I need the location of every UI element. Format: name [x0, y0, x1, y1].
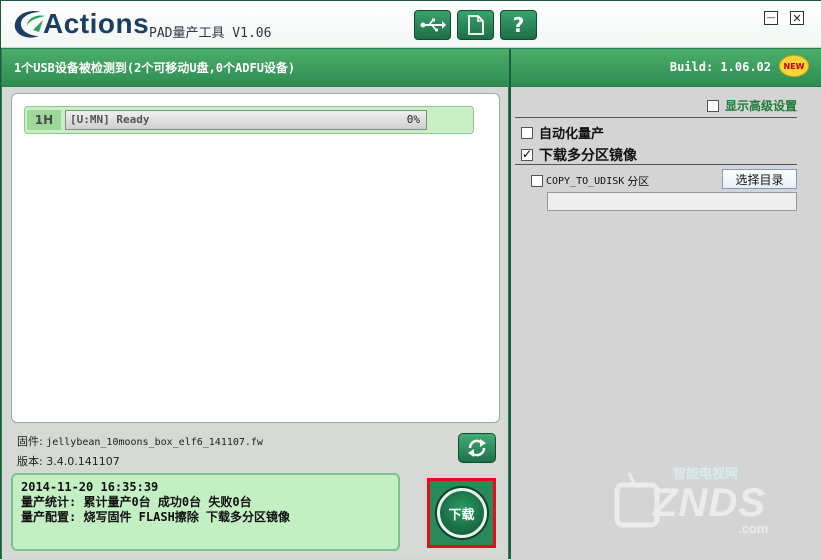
auto-production-option[interactable]: 自动化量产	[521, 123, 604, 142]
new-badge: NEW	[779, 55, 809, 77]
auto-production-checkbox[interactable]	[521, 126, 533, 139]
device-list: 1H [U:MN] Ready 0%	[11, 93, 500, 423]
divider	[515, 117, 797, 118]
copy-to-udisk-checkbox[interactable]	[531, 175, 543, 187]
app-window: Actions PAD量产工具 V1.06 ? — ✕ 1个USB设备被检测到(…	[0, 0, 821, 559]
download-multi-label: 下载多分区镜像	[539, 148, 637, 164]
watermark-main: ZNDS	[653, 481, 766, 525]
device-progress-bar: [U:MN] Ready 0%	[65, 110, 427, 130]
minimize-button[interactable]: —	[764, 11, 778, 25]
version-value: 3.4.0.141107	[46, 455, 120, 468]
minimize-icon: —	[766, 12, 776, 23]
firmware-label: 固件:	[17, 435, 43, 448]
auto-production-label: 自动化量产	[539, 127, 605, 142]
progress-percent: 0%	[406, 113, 420, 126]
divider	[515, 164, 797, 165]
log-config: 量产配置: 烧写固件 FLASH擦除 下载多分区镜像	[21, 510, 291, 524]
log-timestamp: 2014-11-20 16:35:39	[21, 480, 159, 494]
usb-button[interactable]	[414, 10, 451, 40]
directory-path-field[interactable]	[547, 192, 797, 211]
watermark-subtitle: 智能电视网	[673, 467, 739, 482]
firmware-line: 固件: jellybean_10moons_box_elf6_141107.fw	[17, 433, 263, 449]
download-highlight: 下载	[427, 478, 496, 548]
build-version: Build: 1.06.02	[669, 60, 771, 74]
download-label: 下载	[448, 507, 475, 523]
download-button[interactable]: 下载	[436, 488, 487, 538]
status-bar: 1个USB设备被检测到(2个可移动U盘,0个ADFU设备) Build: 1.0…	[2, 49, 821, 86]
brand-name: Actions	[43, 8, 150, 39]
close-icon: ✕	[792, 11, 802, 25]
port-label: 1H	[27, 110, 61, 130]
device-detect-status: 1个USB设备被检测到(2个可移动U盘,0个ADFU设备)	[14, 61, 296, 75]
advanced-label: 显示高级设置	[724, 99, 797, 113]
title-bar: Actions PAD量产工具 V1.06 ? — ✕	[1, 1, 821, 48]
help-button[interactable]: ?	[500, 10, 537, 40]
download-multi-checkbox[interactable]	[521, 147, 533, 161]
advanced-settings-toggle[interactable]: 显示高级设置	[706, 97, 797, 114]
copy-to-udisk-label: COPY_TO_UDISK	[546, 175, 625, 187]
copy-to-udisk-option[interactable]: COPY_TO_UDISK 分区	[531, 173, 649, 189]
watermark-url: .com	[738, 521, 769, 536]
copy-to-udisk-suffix: 分区	[627, 175, 650, 188]
app-subtitle: PAD量产工具 V1.06	[149, 26, 272, 41]
close-button[interactable]: ✕	[790, 11, 804, 25]
refresh-icon	[468, 439, 486, 457]
refresh-firmware-button[interactable]	[458, 433, 496, 463]
znds-watermark: 智能电视网 ZNDS .com	[613, 461, 813, 541]
version-label: 版本:	[17, 455, 43, 468]
log-panel: 2014-11-20 16:35:39 量产统计: 累计量产0台 成功0台 失败…	[11, 473, 400, 551]
document-icon	[467, 15, 484, 35]
help-icon: ?	[512, 13, 525, 37]
device-status: [U:MN] Ready	[70, 113, 150, 126]
device-row[interactable]: 1H [U:MN] Ready 0%	[24, 106, 474, 134]
left-panel: 1H [U:MN] Ready 0% 固件: jellybean_10moons…	[2, 87, 508, 559]
select-directory-button[interactable]: 选择目录	[722, 169, 797, 189]
download-multi-option[interactable]: 下载多分区镜像	[521, 145, 637, 165]
advanced-checkbox[interactable]	[706, 99, 719, 112]
document-button[interactable]	[457, 10, 494, 40]
usb-icon	[420, 18, 446, 32]
log-statistics: 量产统计: 累计量产0台 成功0台 失败0台	[21, 495, 252, 509]
firmware-file: jellybean_10moons_box_elf6_141107.fw	[46, 437, 263, 448]
version-line: 版本: 3.4.0.141107	[17, 453, 120, 469]
